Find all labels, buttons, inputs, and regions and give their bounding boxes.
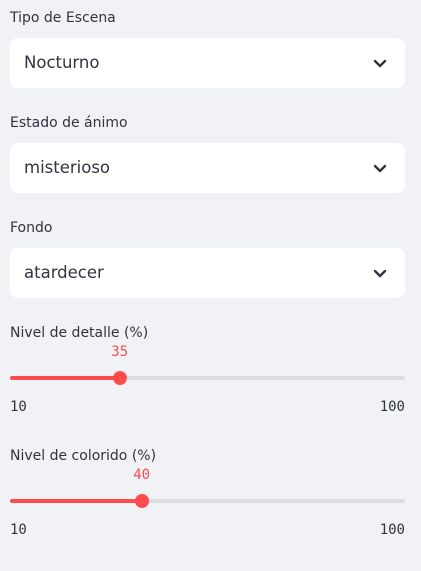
detail-slider-thumb[interactable] bbox=[112, 371, 127, 385]
detail-slider-min: 10 bbox=[10, 399, 27, 415]
scene-type-value: Nocturno bbox=[24, 53, 100, 72]
mood-select[interactable]: misterioso bbox=[10, 143, 405, 193]
background-value: atardecer bbox=[24, 263, 104, 282]
chevron-down-icon bbox=[373, 164, 387, 173]
color-slider-widget: Nivel de colorido (%) 40 10 100 bbox=[10, 447, 405, 538]
detail-slider-track[interactable] bbox=[10, 376, 405, 380]
color-slider-fill bbox=[10, 499, 142, 503]
scene-type-select[interactable]: Nocturno bbox=[10, 38, 405, 88]
scene-type-label: Tipo de Escena bbox=[10, 10, 116, 26]
chevron-down-icon bbox=[373, 269, 387, 278]
background-select[interactable]: atardecer bbox=[10, 248, 405, 298]
scene-type-widget: Tipo de Escena Nocturno bbox=[10, 9, 405, 88]
chevron-down-icon bbox=[373, 59, 387, 68]
color-slider-min: 10 bbox=[10, 522, 27, 538]
detail-slider[interactable]: 35 bbox=[10, 344, 405, 389]
color-slider-max: 100 bbox=[379, 522, 405, 538]
detail-slider-widget: Nivel de detalle (%) 35 10 100 bbox=[10, 324, 405, 415]
mood-value: misterioso bbox=[24, 158, 111, 177]
detail-slider-fill bbox=[10, 376, 120, 380]
detail-slider-label: Nivel de detalle (%) bbox=[10, 325, 149, 341]
color-slider-track[interactable] bbox=[10, 499, 405, 503]
color-slider-value: 40 bbox=[133, 467, 151, 483]
mood-label: Estado de ánimo bbox=[10, 115, 128, 131]
detail-slider-value: 35 bbox=[111, 344, 129, 360]
color-slider-label: Nivel de colorido (%) bbox=[10, 448, 157, 464]
detail-slider-max: 100 bbox=[379, 399, 405, 415]
background-label: Fondo bbox=[10, 220, 53, 236]
background-widget: Fondo atardecer bbox=[10, 219, 405, 298]
color-slider[interactable]: 40 bbox=[10, 467, 405, 512]
color-slider-thumb[interactable] bbox=[134, 494, 149, 508]
mood-widget: Estado de ánimo misterioso bbox=[10, 114, 405, 193]
